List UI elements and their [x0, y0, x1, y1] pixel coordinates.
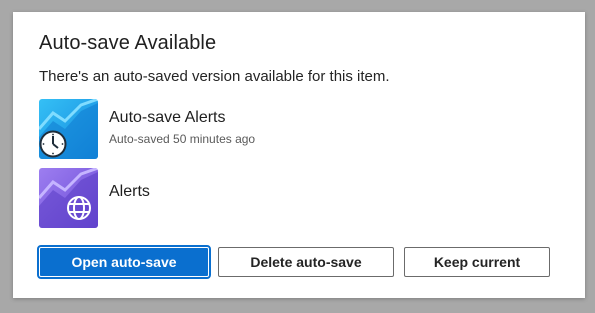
dialog-title: Auto-save Available [39, 32, 217, 54]
dialog-message: There's an auto-saved version available … [39, 68, 390, 85]
keep-current-button[interactable]: Keep current [404, 247, 550, 277]
open-autosave-button[interactable]: Open auto-save [37, 245, 211, 279]
item-timestamp: Auto-saved 50 minutes ago [109, 132, 256, 146]
autosave-thumbnail [39, 99, 98, 159]
delete-autosave-button[interactable]: Delete auto-save [218, 247, 394, 277]
item-name: Auto-save Alerts [109, 109, 226, 126]
item-name: Alerts [109, 183, 150, 200]
auto-save-dialog: Auto-save Available There's an auto-save… [13, 12, 585, 298]
globe-icon [67, 196, 91, 220]
current-thumbnail [39, 168, 98, 228]
current-item[interactable]: Alerts [39, 168, 150, 228]
clock-icon [39, 130, 67, 158]
autosave-item[interactable]: Auto-save Alerts Auto-saved 50 minutes a… [39, 99, 255, 159]
